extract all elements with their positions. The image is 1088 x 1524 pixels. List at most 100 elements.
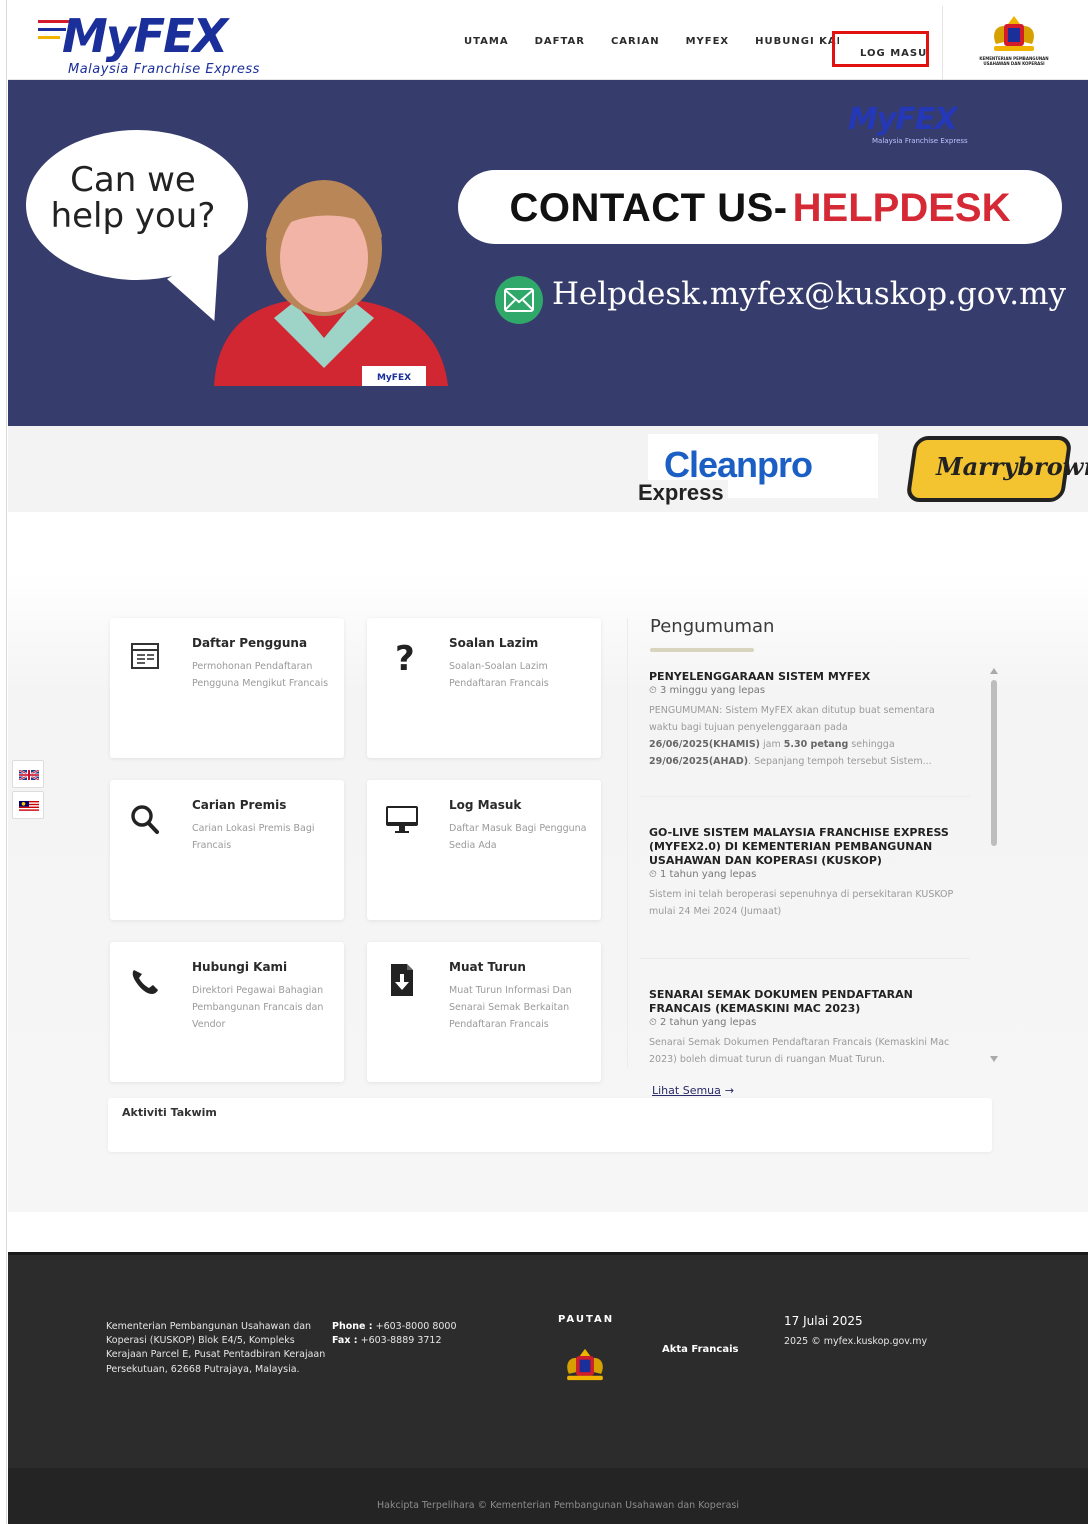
- card-title: Log Masuk: [449, 798, 522, 812]
- mail-icon: [495, 276, 543, 324]
- language-malay[interactable]: [12, 791, 44, 819]
- announcement-title[interactable]: GO-LIVE SISTEM MALAYSIA FRANCHISE EXPRES…: [649, 826, 959, 868]
- banner-myfex-logo: MyFEX Malaysia Franchise Express: [848, 102, 1038, 152]
- view-all-link[interactable]: Lihat Semua →: [652, 1084, 734, 1097]
- envelope-glyph: [504, 288, 534, 312]
- helpdesk-banner: Can we help you? MyFEX MyFEX Malaysia Fr…: [8, 80, 1088, 426]
- footer-crest-icon[interactable]: [560, 1346, 610, 1384]
- person-badge-text: MyFEX: [377, 373, 411, 383]
- card-hubungi-kami[interactable]: Hubungi Kami Direktori Pegawai Bahagian …: [110, 942, 344, 1082]
- card-log-masuk[interactable]: Log Masuk Daftar Masuk Bagi Pengguna Sed…: [367, 780, 601, 920]
- fax-number: +603-8889 3712: [360, 1335, 442, 1347]
- phone-label: Phone :: [332, 1321, 373, 1332]
- announcement-body: Sistem ini telah beroperasi sepenuhnya d…: [649, 889, 954, 917]
- footer-date: 17 Julai 2025: [784, 1314, 863, 1328]
- form-icon: [131, 643, 159, 669]
- nav-log-masuk-highlight[interactable]: LOG MASUK: [832, 31, 929, 67]
- announcement-heading: Pengumuman: [650, 616, 775, 637]
- nav-myfex[interactable]: MYFEX: [686, 36, 730, 47]
- calendar-title: Aktiviti Takwim: [122, 1106, 217, 1119]
- speech-bubble-text: Can we help you?: [50, 160, 216, 236]
- clock-icon: ⏲: [649, 1017, 657, 1028]
- announcement-title[interactable]: PENYELENGGARAAN SISTEM MYFEX: [649, 670, 959, 684]
- card-muat-turun[interactable]: Muat Turun Muat Turun Informasi Dan Sena…: [367, 942, 601, 1082]
- phone-number: +603-8000 8000: [375, 1321, 457, 1332]
- clock-icon: ⏲: [649, 685, 657, 696]
- nav-utama[interactable]: UTAMA: [464, 36, 509, 47]
- scroll-down-arrow-icon[interactable]: [990, 1056, 998, 1062]
- announcement-item[interactable]: SENARAI SEMAK DOKUMEN PENDAFTARAN FRANCA…: [649, 988, 959, 1068]
- scroll-up-arrow-icon[interactable]: [990, 668, 998, 674]
- footer-contact: Phone : +603-8000 8000 Fax : +603-8889 3…: [332, 1320, 457, 1348]
- page-border: [6, 0, 7, 1524]
- footer-link-akta-francais[interactable]: Akta Francais: [662, 1344, 738, 1355]
- announcement-underline: [650, 648, 754, 652]
- card-description: Permohonan Pendaftaran Pengguna Mengikut…: [192, 661, 329, 689]
- announcement-time: ⏲ 1 tahun yang lepas: [649, 869, 959, 880]
- card-title: Muat Turun: [449, 960, 526, 974]
- scroll-thumb[interactable]: [991, 680, 997, 846]
- announcement-item[interactable]: PENYELENGGARAAN SISTEM MYFEX ⏲ 3 minggu …: [649, 670, 959, 770]
- footer-links-title: PAUTAN: [558, 1314, 615, 1325]
- card-description: Daftar Masuk Bagi Pengguna Sedia Ada: [449, 823, 587, 851]
- helpdesk-label: HELPDESK: [792, 186, 1011, 230]
- ministry-crest: KEMENTERIAN PEMBANGUNAN USAHAWAN DAN KOP…: [973, 14, 1055, 74]
- phone-icon: [132, 970, 158, 994]
- fax-label: Fax :: [332, 1335, 358, 1347]
- logo-wordmark: MyFEX: [62, 9, 228, 63]
- card-daftar-pengguna[interactable]: Daftar Pengguna Permohonan Pendaftaran P…: [110, 618, 344, 758]
- calendar-panel: Aktiviti Takwim: [108, 1098, 992, 1152]
- announcement-time: ⏲ 2 tahun yang lepas: [649, 1017, 959, 1028]
- banner-logo-wordmark: MyFEX: [848, 102, 958, 137]
- announcement-time-text: 2 tahun yang lepas: [660, 1017, 757, 1028]
- announcement-body: PENGUMUMAN: Sistem MyFEX akan ditutup bu…: [649, 705, 935, 767]
- site-footer: Kementerian Pembangunan Usahawan dan Kop…: [8, 1252, 1088, 1524]
- download-icon: [391, 964, 413, 996]
- announcement-item[interactable]: GO-LIVE SISTEM MALAYSIA FRANCHISE EXPRES…: [649, 826, 959, 920]
- footer-site-copyright: 2025 © myfex.kuskop.gov.my: [784, 1336, 928, 1347]
- announcement-body: Senarai Semak Dokumen Pendaftaran Franca…: [649, 1037, 950, 1065]
- announcement-time: ⏲ 3 minggu yang lepas: [649, 685, 959, 696]
- card-description: Direktori Pegawai Bahagian Pembangunan F…: [192, 985, 324, 1030]
- coat-of-arms-icon: [994, 16, 1034, 51]
- card-description: Carian Lokasi Premis Bagi Francais: [192, 823, 315, 851]
- monitor-icon: [386, 806, 418, 833]
- arrow-right-icon: →: [724, 1084, 735, 1097]
- footer-bottom-bar: Hakcipta Terpelihara © Kementerian Pemba…: [8, 1468, 1088, 1524]
- marrybrown-logo[interactable]: Marrybrown: [905, 436, 1088, 504]
- search-icon: [131, 805, 159, 834]
- crest-label: KEMENTERIAN PEMBANGUNAN USAHAWAN DAN KOP…: [979, 56, 1049, 66]
- announcement-time-text: 1 tahun yang lepas: [660, 869, 757, 880]
- announcement-separator: [640, 958, 970, 959]
- card-description: Muat Turun Informasi Dan Senarai Semak B…: [449, 985, 572, 1030]
- clock-icon: ⏲: [649, 869, 657, 880]
- cleanpro-logo[interactable]: Cleanpro Express: [634, 434, 878, 506]
- card-description: Soalan-Soalan Lazim Pendaftaran Francais: [449, 661, 549, 689]
- nav-carian[interactable]: CARIAN: [611, 36, 660, 47]
- announcement-separator: [640, 796, 970, 797]
- svg-text:?: ?: [395, 639, 415, 678]
- card-title: Hubungi Kami: [192, 960, 288, 974]
- nav-daftar[interactable]: DAFTAR: [535, 36, 585, 47]
- announcement-title[interactable]: SENARAI SEMAK DOKUMEN PENDAFTARAN FRANCA…: [649, 988, 959, 1016]
- card-title: Carian Premis: [192, 798, 287, 812]
- franchise-partner-strip: Cleanpro Express Marrybrown: [8, 426, 1088, 512]
- card-title: Daftar Pengguna: [192, 636, 308, 650]
- card-carian-premis[interactable]: Carian Premis Carian Lokasi Premis Bagi …: [110, 780, 344, 920]
- helpdesk-email[interactable]: Helpdesk.myfex@kuskop.gov.my: [552, 276, 1066, 312]
- main-nav: UTAMA DAFTAR CARIAN MYFEX HUBUNGI KAMI: [464, 36, 865, 47]
- nav-log-masuk[interactable]: LOG MASUK: [860, 48, 926, 59]
- card-soalan-lazim[interactable]: ? Soalan Lazim Soalan-Soalan Lazim Penda…: [367, 618, 601, 758]
- language-english[interactable]: [12, 760, 44, 788]
- footer-top-border: [8, 1252, 1088, 1255]
- announcement-divider: [627, 618, 628, 1068]
- contact-us-label: CONTACT US-: [509, 186, 788, 230]
- contact-us-pill: CONTACT US- HELPDESK: [458, 170, 1062, 244]
- site-header: MyFEX Malaysia Franchise Express UTAMA D…: [8, 6, 1088, 80]
- nav-hubungi-kami[interactable]: HUBUNGI KAMI: [755, 36, 839, 47]
- myfex-logo[interactable]: MyFEX Malaysia Franchise Express: [38, 10, 298, 80]
- announcement-scrollbar[interactable]: [990, 668, 998, 1064]
- logo-tagline: Malaysia Franchise Express: [68, 62, 260, 77]
- marrybrown-wordmark: Marrybrown: [936, 452, 1088, 481]
- view-all-label[interactable]: Lihat Semua: [652, 1084, 721, 1097]
